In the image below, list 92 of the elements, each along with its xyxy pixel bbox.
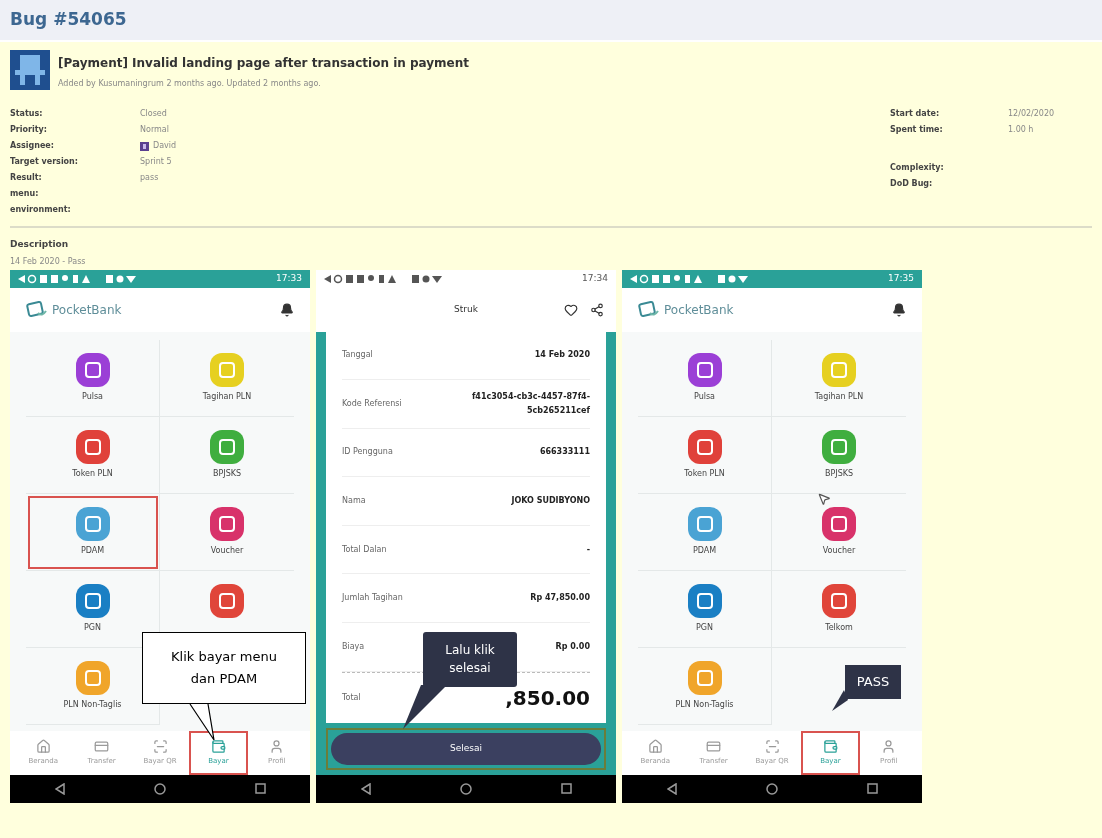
receipt-value: Rp 47,850.00	[530, 592, 590, 605]
service-tile[interactable]: Telkom	[772, 570, 906, 648]
logo-icon	[638, 300, 660, 319]
wallet-icon	[210, 738, 226, 754]
recents-square-icon[interactable]	[254, 783, 266, 794]
cards-icon	[94, 738, 110, 754]
receipt-value: -	[586, 543, 590, 556]
back-icon[interactable]	[666, 782, 677, 795]
user-icon	[269, 738, 285, 754]
notification-bell-icon[interactable]	[280, 302, 294, 317]
logo-icon	[26, 300, 48, 319]
attribute-value: David	[153, 140, 177, 152]
brand-name: PocketBank	[52, 301, 122, 319]
service-tile[interactable]: PDAM	[638, 493, 772, 571]
receipt-value: 666333111	[539, 446, 590, 459]
service-tile[interactable]: Pulsa	[638, 339, 772, 417]
attribute-value: Closed	[140, 108, 167, 120]
finish-button[interactable]: Selesai	[331, 732, 601, 765]
attribute-value: 1.00 h	[1008, 124, 1034, 136]
receipt-value: 14 Feb 2020	[534, 349, 590, 362]
attribute-label: Complexity:	[890, 162, 945, 174]
attribute-label: Assignee:	[10, 140, 55, 152]
attribute-label: Priority:	[10, 124, 48, 136]
home-circle-icon[interactable]	[153, 782, 166, 795]
receipt-value: Rp 0.00	[555, 640, 590, 653]
back-icon[interactable]	[54, 782, 65, 795]
attribute-value: 12/02/2020	[1008, 108, 1055, 120]
service-tile[interactable]: PGN	[638, 570, 772, 648]
service-tile[interactable]: Token PLN	[26, 416, 160, 494]
attribute-label: DoD Bug:	[890, 178, 934, 190]
attribute-label: Target version:	[10, 156, 79, 168]
annotation-tooltip: Lalu klik selesai	[423, 631, 517, 687]
pass-tooltip: PASS	[845, 664, 901, 699]
receipt-value: JOKO SUDIBYONO	[511, 495, 590, 507]
status-time: 17:34	[582, 271, 608, 285]
receipt-label: Nama	[342, 495, 366, 507]
home-circle-icon[interactable]	[459, 782, 472, 795]
service-tile[interactable]: Pulsa	[26, 339, 160, 417]
notification-bell-icon[interactable]	[892, 302, 906, 317]
scan-icon	[764, 738, 780, 754]
recents-square-icon[interactable]	[560, 783, 572, 794]
annotation-tooltip: Klik bayar menu dan PDAM	[142, 631, 306, 704]
heart-icon[interactable]	[564, 302, 578, 317]
attribute-label: Spent time:	[890, 124, 944, 136]
home-icon	[35, 738, 51, 754]
receipt-label: Biaya	[342, 640, 365, 653]
attribute-label: Result:	[10, 172, 43, 184]
total-label: Total	[342, 691, 361, 704]
callout-pointer	[830, 689, 848, 712]
home-icon	[647, 738, 663, 754]
service-tile[interactable]: BPJSKS	[160, 416, 294, 494]
attribute-value: Sprint 5	[140, 156, 172, 168]
total-value: ,850.00	[505, 684, 590, 712]
share-icon[interactable]	[590, 302, 604, 317]
service-tile[interactable]: Token PLN	[638, 416, 772, 494]
home-circle-icon[interactable]	[765, 782, 778, 795]
service-tile[interactable]: Voucher	[772, 493, 906, 571]
receipt-label: Jumlah Tagihan	[342, 592, 403, 605]
status-time: 17:35	[888, 271, 914, 285]
issue-meta: Added by Kusumaningrum 2 months ago. Updated 2 months ago.	[58, 78, 322, 90]
service-tile[interactable]: PLN Non-Taglis	[638, 647, 772, 725]
receipt-label: Kode Referensi	[342, 397, 402, 410]
receipt-label: Total Dalan	[342, 543, 387, 556]
description-heading: Description	[10, 238, 70, 251]
status-time: 17:33	[276, 271, 302, 285]
description-text: 14 Feb 2020 - Pass	[10, 255, 87, 268]
user-icon	[881, 738, 897, 754]
cards-icon	[706, 738, 722, 754]
attribute-label: menu:	[10, 188, 40, 200]
attribute-value: pass	[140, 172, 159, 184]
service-tile[interactable]: PDAM	[26, 493, 160, 571]
user-avatar-icon	[140, 141, 149, 151]
wallet-icon	[822, 738, 838, 754]
attribute-value: Normal	[140, 124, 169, 136]
receipt-label: Tanggal	[342, 349, 373, 362]
attribute-label: Status:	[10, 108, 44, 120]
attribute-label: Start date:	[890, 108, 941, 120]
attribute-label: environment:	[10, 204, 72, 216]
receipt-value: f41c3054-cb3c-4457-87f4-5cb265211cef	[470, 390, 590, 417]
screen-title: Struk	[454, 302, 478, 316]
issue-title: [Payment] Invalid landing page after transaction in payment	[58, 55, 470, 72]
receipt-label: ID Pengguna	[342, 446, 393, 459]
back-icon[interactable]	[360, 782, 371, 795]
service-tile[interactable]: Tagihan PLN	[772, 339, 906, 417]
brand-name: PocketBank	[664, 301, 734, 319]
service-tile[interactable]: Tagihan PLN	[160, 339, 294, 417]
bug-heading: Bug #54065	[10, 8, 127, 32]
scan-icon	[152, 738, 168, 754]
robot-avatar-icon	[10, 50, 50, 90]
service-tile[interactable]: Voucher	[160, 493, 294, 571]
service-tile[interactable]: BPJSKS	[772, 416, 906, 494]
recents-square-icon[interactable]	[866, 783, 878, 794]
